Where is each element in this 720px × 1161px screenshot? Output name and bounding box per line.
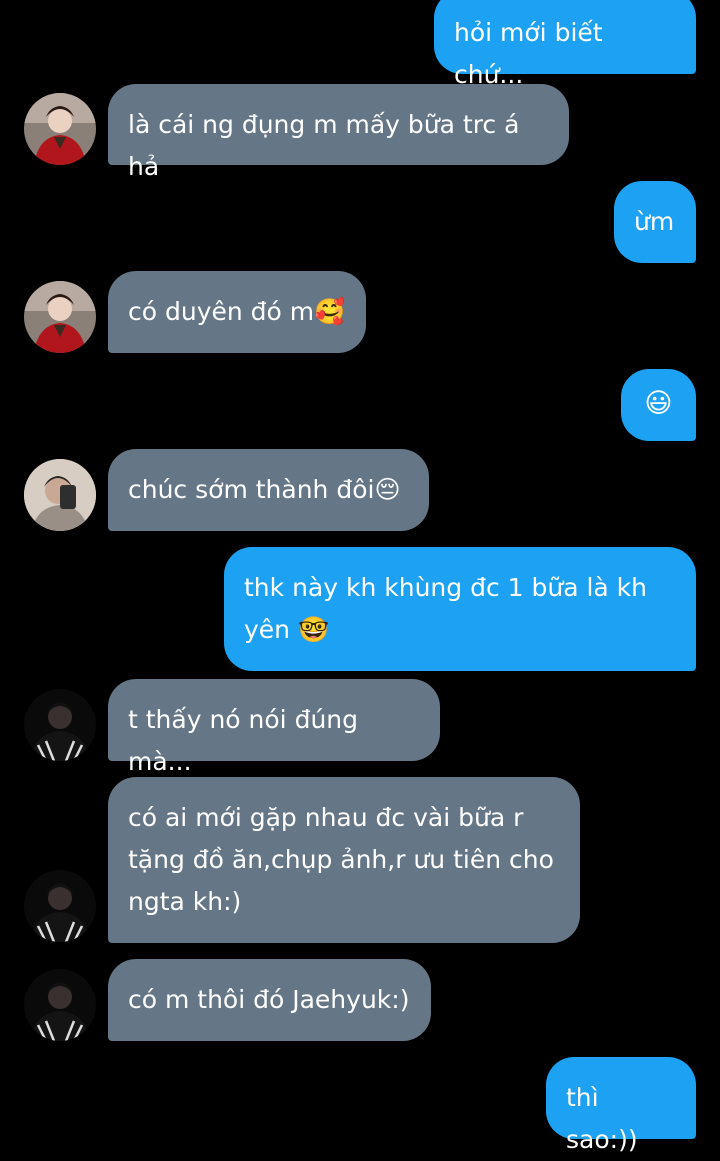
message-bubble-outgoing[interactable]: hỏi mới biết chứ... [434, 0, 696, 89]
message-bubble-incoming[interactable]: có ai mới gặp nhau đc vài bữa r tặng đồ … [108, 777, 580, 943]
avatar-dark-hood-icon [24, 689, 96, 761]
message-bubble-outgoing[interactable]: thì sao:)) [546, 1057, 696, 1154]
avatar-dark-hood[interactable] [24, 870, 96, 942]
avatar-red-jacket-icon [24, 281, 96, 353]
chat-thread: hỏi mới biết chứ... là cái ng đụng m mấy… [0, 0, 720, 1154]
message-bubble-outgoing[interactable]: ừm [614, 181, 696, 263]
avatar-dark-hood[interactable] [24, 689, 96, 761]
avatar-dark-hood-icon [24, 870, 96, 942]
message-bubble-incoming[interactable]: t thấy nó nói đúng mà... [108, 679, 440, 776]
avatar-dark-hood-icon [24, 969, 96, 1041]
message-bubble-outgoing[interactable]: 😃 [621, 369, 696, 441]
message-bubble-outgoing[interactable]: thk này kh khùng đc 1 bữa là kh yên 🤓 [224, 547, 696, 671]
message-bubble-incoming[interactable]: chúc sớm thành đôi😔 [108, 449, 429, 531]
message-bubble-incoming[interactable]: có duyên đó m🥰 [108, 271, 366, 353]
message-bubble-incoming[interactable]: là cái ng đụng m mấy bữa trc á hả [108, 84, 569, 181]
message-bubble-incoming[interactable]: có m thôi đó Jaehyuk:) [108, 959, 431, 1041]
avatar-dark-hood[interactable] [24, 969, 96, 1041]
avatar-mirror-selfie[interactable] [24, 459, 96, 531]
avatar-red-jacket[interactable] [24, 93, 96, 165]
avatar-red-jacket-icon [24, 93, 96, 165]
avatar-mirror-selfie-icon [24, 459, 96, 531]
avatar-red-jacket[interactable] [24, 281, 96, 353]
